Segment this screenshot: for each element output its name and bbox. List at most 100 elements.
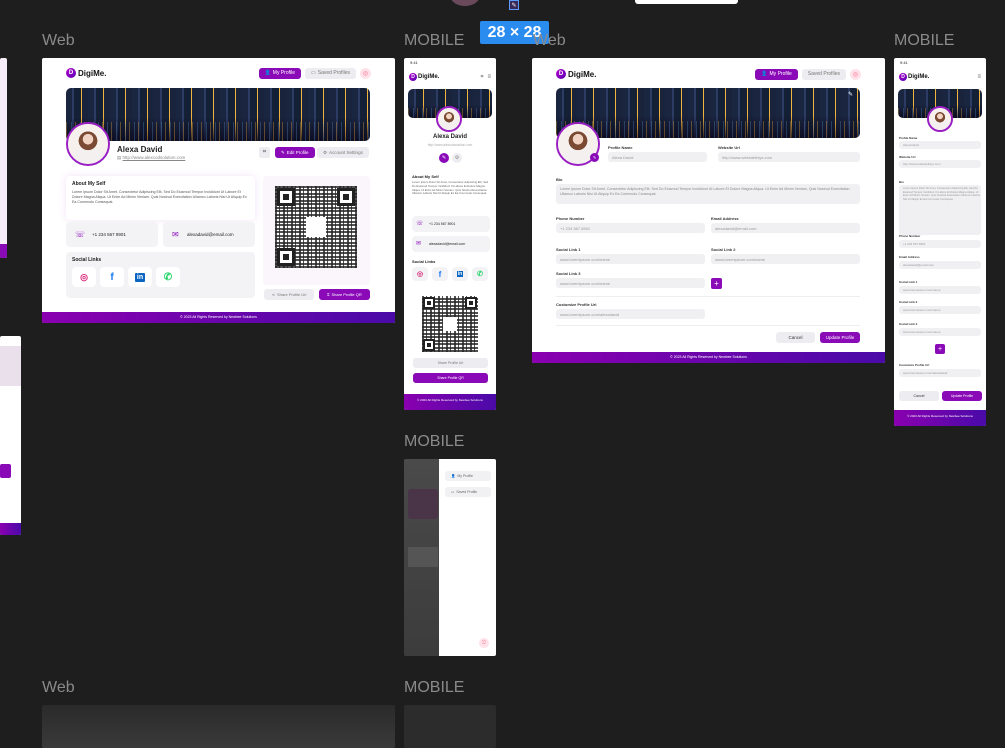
- settings-icon[interactable]: ⚙: [452, 153, 462, 163]
- social-link-3-label-m: Social Link 3: [899, 322, 918, 326]
- brand-logo-edit[interactable]: D DigiMe.: [556, 69, 596, 79]
- email-card-mobile[interactable]: ✉ alexadavid@email.com: [412, 236, 490, 252]
- email-card[interactable]: ✉ alexadavid@email.com: [163, 222, 255, 247]
- profile-name-label: Profile Name: [608, 145, 633, 150]
- notification-icon[interactable]: ◎: [850, 68, 861, 80]
- website-url-input[interactable]: http://www.websitethiys.com: [718, 152, 860, 162]
- qr-scan-icon[interactable]: ⌗: [481, 74, 484, 80]
- frame-label-web-2: Web: [533, 32, 566, 49]
- partial-frame-bottom-web: [42, 705, 395, 748]
- profile-name-input[interactable]: Alexa David: [608, 152, 707, 162]
- mobile-profile-frame: 9:41 D DigiMe. ⌗ ≡ Alexa David http://ww…: [404, 58, 496, 410]
- logo-mark-icon: D: [556, 69, 566, 79]
- phone-icon: ☏: [75, 230, 86, 239]
- bio-input[interactable]: Lorem Ipsum Dolor Sit Amet, Consectetur …: [556, 184, 860, 204]
- menu-item-my-profile[interactable]: 👤 My Profile: [445, 471, 491, 481]
- cancel-button-m[interactable]: Cancel: [899, 391, 939, 401]
- customize-url-label-m: Customize Profile Url: [899, 363, 930, 367]
- footer: © 2023 All Rights Reserved by Newbee Sol…: [42, 312, 395, 323]
- edit-icon[interactable]: ✎: [439, 153, 449, 163]
- web-edit-frame: D DigiMe. 👤 My Profile Saved Profiles ◎ ✎…: [532, 58, 885, 363]
- banner-edit-icon[interactable]: ✎: [848, 91, 853, 98]
- website-url-label-m: Website Url: [899, 155, 916, 159]
- avatar-edit-icon[interactable]: ✎: [590, 153, 599, 162]
- about-text-mobile: Lorem Ipsum Dolor Sit Amet, Consectetur …: [412, 180, 489, 196]
- profile-name: Alexa David: [117, 145, 163, 154]
- instagram-icon[interactable]: ◎: [72, 267, 96, 287]
- frame-label-web-1: Web: [42, 32, 75, 49]
- logout-icon[interactable]: ⎋: [479, 638, 489, 648]
- facebook-icon[interactable]: f: [432, 267, 448, 281]
- phone-input-m[interactable]: +1 234 567 8901: [899, 240, 981, 248]
- brand-logo-mobile-edit[interactable]: D DigiMe.: [899, 73, 929, 81]
- saved-profiles-button-edit[interactable]: Saved Profiles: [801, 68, 846, 80]
- social-link-1-input-m[interactable]: www.loremipsum.com/name: [899, 286, 981, 294]
- social-link-3-input-m[interactable]: www.loremipsum.com/name: [899, 328, 981, 336]
- logo-mark-icon: D: [899, 73, 907, 81]
- selected-icon-marker[interactable]: ✎: [509, 0, 519, 10]
- brand-logo-mobile[interactable]: D DigiMe.: [409, 73, 439, 81]
- instagram-icon[interactable]: ◎: [412, 267, 428, 281]
- share-profile-qr-button-mobile[interactable]: Share Profile QR: [413, 373, 488, 383]
- profile-website-link[interactable]: ▤ http://www.alexcodsolution.com: [117, 155, 185, 161]
- facebook-icon[interactable]: f: [100, 267, 124, 287]
- share-icon: ⋖: [271, 292, 275, 297]
- linkedin-icon[interactable]: in: [452, 267, 468, 281]
- website-url-input-m[interactable]: http://www.websitethiys.com: [899, 160, 981, 168]
- user-icon: 👤: [264, 70, 271, 76]
- social-link-1-input[interactable]: www.loremipsum.com/name: [556, 254, 705, 264]
- whatsapp-icon[interactable]: ✆: [156, 267, 180, 287]
- partial-frame-left-bottom: [0, 336, 21, 535]
- top-white-fragment: [635, 0, 738, 4]
- share-profile-qr-button[interactable]: ⌗ Share Profile QR: [319, 289, 370, 300]
- menu-icon[interactable]: ≡: [977, 74, 981, 80]
- customize-url-label: Customize Profile Url: [556, 302, 597, 307]
- frame-label-mobile-2: MOBILE: [894, 32, 955, 49]
- status-time: 9:41: [900, 60, 908, 65]
- brand-logo[interactable]: D DigiMe.: [66, 68, 106, 78]
- phone-input[interactable]: +1 234 567 8901: [556, 223, 705, 233]
- social-link-1-label: Social Link 1: [556, 247, 581, 252]
- social-link-1-label-m: Social Link 1: [899, 280, 918, 284]
- customize-url-input[interactable]: www.loremipsum.com/alexadavid: [556, 309, 705, 319]
- edit-profile-button[interactable]: ✎ Edit Profile: [275, 147, 315, 158]
- share-profile-url-button-mobile[interactable]: Share Profile Url: [413, 358, 488, 368]
- phone-card-mobile[interactable]: ☏ +1 234 567 8901: [412, 216, 490, 232]
- add-social-link-icon[interactable]: +: [935, 344, 945, 354]
- add-social-link-icon[interactable]: +: [711, 278, 722, 289]
- my-profile-button-edit[interactable]: 👤 My Profile: [755, 68, 798, 80]
- frame-label-mobile-1: MOBILE: [404, 32, 465, 49]
- notification-icon[interactable]: ◎: [360, 67, 371, 79]
- social-link-3-input[interactable]: www.loremipsum.com/name: [556, 278, 705, 288]
- logo-mark-icon: D: [66, 68, 76, 78]
- profile-website-mobile[interactable]: http://www.alexcodsolution.com: [404, 143, 496, 147]
- share-profile-url-button[interactable]: ⋖ Share Profile Url: [264, 289, 314, 300]
- customize-url-input-m[interactable]: www.loremipsum.com/alexadavid: [899, 369, 981, 377]
- linkedin-icon[interactable]: in: [128, 267, 152, 287]
- whatsapp-icon[interactable]: ✆: [472, 267, 488, 281]
- menu-icon[interactable]: ≡: [487, 74, 491, 80]
- social-link-2-input-m[interactable]: www.loremipsum.com/name: [899, 306, 981, 314]
- brand-name: DigiMe.: [78, 68, 107, 78]
- saved-profiles-button[interactable]: ▭ Saved Profiles: [305, 67, 356, 79]
- phone-label-m: Phone Number: [899, 234, 921, 238]
- bio-input-m[interactable]: Lorem Ipsum Dolor Sit Amet, Consectetur …: [899, 185, 981, 235]
- frame-label-web-3: Web: [42, 679, 75, 696]
- social-link-2-input[interactable]: www.loremipsum.com/name: [711, 254, 860, 264]
- profile-name-input-m[interactable]: Alexa David: [899, 141, 981, 149]
- cancel-button[interactable]: Cancel: [776, 332, 815, 343]
- email-input-m[interactable]: alexadavid@email.com: [899, 261, 981, 269]
- user-icon: 👤: [761, 71, 768, 77]
- account-settings-button[interactable]: ⚙ Account Settings: [317, 147, 369, 158]
- phone-card[interactable]: ☏ +1 234 567 8901: [66, 222, 158, 247]
- my-profile-button[interactable]: 👤 My Profile: [258, 67, 302, 79]
- side-menu-panel: 👤 My Profile ▭ Saved Profile ⎋: [439, 459, 496, 656]
- update-profile-button[interactable]: Update Profile: [820, 332, 860, 343]
- update-profile-button-m[interactable]: Update Profile: [942, 391, 982, 401]
- menu-item-saved-profile[interactable]: ▭ Saved Profile: [445, 487, 491, 497]
- qr-scan-icon[interactable]: ⌗: [259, 147, 270, 158]
- email-input[interactable]: alexadavid@email.com: [711, 223, 860, 233]
- website-url-label: Website Url: [718, 145, 740, 150]
- profile-avatar-mobile-edit: [927, 106, 953, 132]
- phone-label: Phone Number: [556, 216, 585, 221]
